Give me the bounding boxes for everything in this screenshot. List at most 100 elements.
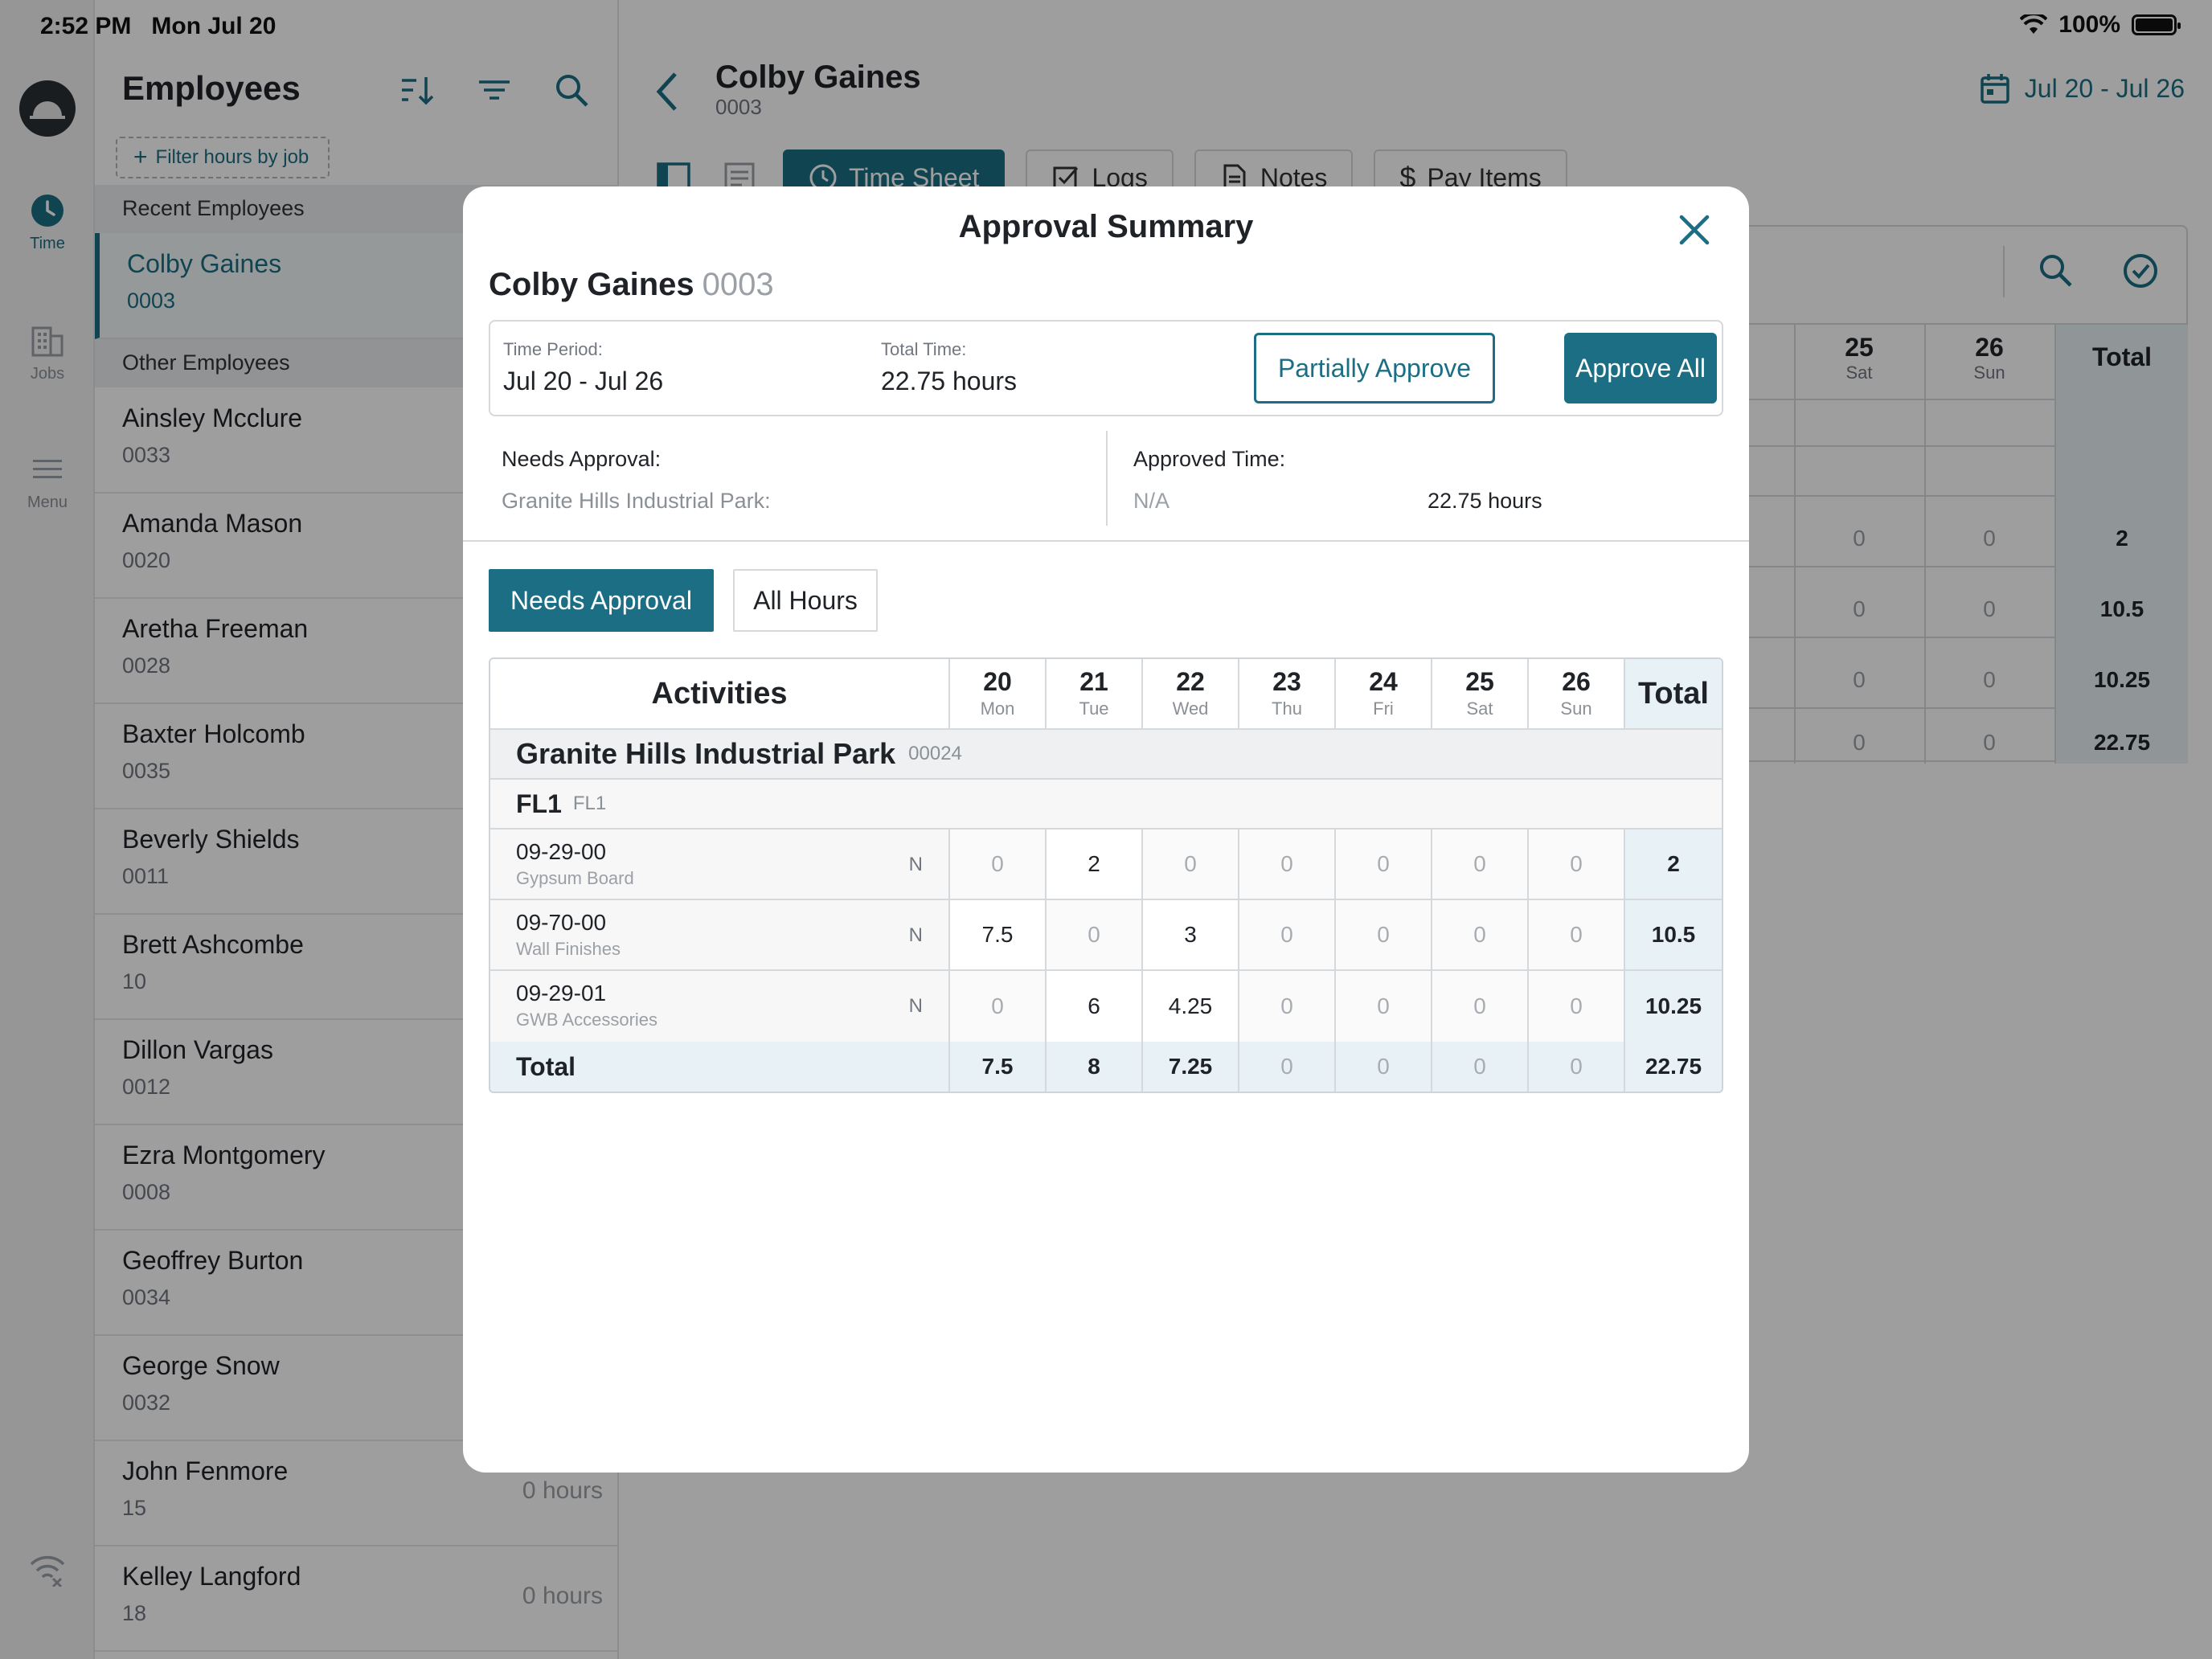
day-weekday: Mon [980, 698, 1015, 719]
activity-code: 09-70-00 [516, 910, 607, 935]
hours-cell[interactable]: 4.25 [1141, 971, 1238, 1042]
close-button[interactable] [1672, 207, 1717, 252]
floor-row: FL1 FL1 [490, 780, 1722, 830]
row-total: 10.5 [1624, 900, 1722, 969]
hours-cell[interactable]: 0 [1431, 900, 1527, 969]
day-number: 23 [1272, 667, 1301, 696]
summary-box: Time Period: Jul 20 - Jul 26 Total Time:… [489, 320, 1723, 416]
row-total: 2 [1624, 830, 1722, 899]
hours-cell[interactable]: 6 [1045, 971, 1141, 1042]
segment-all-hours[interactable]: All Hours [733, 569, 878, 632]
time-period-value: Jul 20 - Jul 26 [503, 367, 664, 395]
needs-approval-label: Needs Approval: [502, 447, 662, 471]
activity-row[interactable]: 09-29-00 Gypsum Board N 0 2 0 0 0 0 0 2 [490, 830, 1722, 900]
day-total: 8 [1045, 1042, 1141, 1092]
day-header: 25 Sat [1431, 659, 1527, 728]
day-number: 24 [1369, 667, 1398, 696]
day-header: 20 Mon [948, 659, 1045, 728]
section-divider [463, 540, 1749, 542]
hours-cell[interactable]: 0 [1431, 830, 1527, 899]
modal-employee-id: 0003 [702, 267, 774, 302]
approval-summary-modal: Approval Summary Colby Gaines 0003 Time P… [463, 186, 1749, 1473]
needs-approval-job: Granite Hills Industrial Park: [502, 489, 771, 513]
day-header: 23 Thu [1238, 659, 1334, 728]
activity-flag: N [908, 854, 923, 875]
time-period-label: Time Period: [503, 339, 603, 359]
total-header: Total [1624, 659, 1722, 728]
day-number: 25 [1465, 667, 1494, 696]
hours-cell[interactable]: 2 [1045, 830, 1141, 899]
close-icon [1679, 215, 1710, 245]
day-weekday: Wed [1172, 698, 1209, 719]
modal-title: Approval Summary [958, 209, 1254, 244]
hours-cell[interactable]: 0 [1527, 971, 1624, 1042]
hours-cell[interactable]: 0 [1238, 971, 1334, 1042]
hours-cell[interactable]: 0 [1431, 971, 1527, 1042]
hours-cell[interactable]: 3 [1141, 900, 1238, 969]
segment-needs-approval[interactable]: Needs Approval [489, 569, 714, 632]
modal-employee: Colby Gaines 0003 [489, 267, 774, 303]
hours-cell[interactable]: 0 [948, 830, 1045, 899]
activity-flag: N [908, 995, 923, 1017]
floor-code: FL1 [572, 793, 607, 814]
activity-row[interactable]: 09-29-01 GWB Accessories N 0 6 4.25 0 0 0 0 10.25 [490, 971, 1722, 1042]
day-weekday: Sat [1466, 698, 1493, 719]
day-total: 0 [1334, 1042, 1431, 1092]
day-number: 22 [1176, 667, 1205, 696]
day-number: 26 [1562, 667, 1591, 696]
hours-cell[interactable]: 0 [1238, 830, 1334, 899]
hours-cell[interactable]: 0 [1527, 830, 1624, 899]
hours-cell[interactable]: 0 [1045, 900, 1141, 969]
activity-code: 09-29-01 [516, 981, 607, 1006]
hours-cell[interactable]: 0 [1141, 830, 1238, 899]
activity-code: 09-29-00 [516, 839, 607, 864]
partially-approve-button[interactable]: Partially Approve [1254, 333, 1495, 403]
activity-description: GWB Accessories [516, 1010, 658, 1030]
day-total: 7.25 [1141, 1042, 1238, 1092]
row-total: 10.25 [1624, 971, 1722, 1042]
grid-header-row: Activities 20 Mon 21 Tue 22 Wed 23 Thu 24 Fri 25 Sa… [490, 659, 1722, 730]
approved-time-label: Approved Time: [1133, 447, 1286, 471]
total-row-label: Total [516, 1051, 576, 1081]
day-header: 22 Wed [1141, 659, 1238, 728]
activity-description: Wall Finishes [516, 939, 621, 959]
day-header: 26 Sun [1527, 659, 1624, 728]
day-weekday: Sun [1560, 698, 1592, 719]
summary-divider [1106, 431, 1108, 526]
job-code: 00024 [908, 743, 962, 764]
day-header: 21 Tue [1045, 659, 1141, 728]
day-total: 0 [1238, 1042, 1334, 1092]
activity-cell: 09-29-00 Gypsum Board N [490, 830, 948, 899]
day-number: 21 [1079, 667, 1108, 696]
hours-cell[interactable]: 0 [1334, 900, 1431, 969]
day-weekday: Tue [1079, 698, 1109, 719]
hours-cell[interactable]: 7.5 [948, 900, 1045, 969]
day-total: 0 [1431, 1042, 1527, 1092]
job-name: Granite Hills Industrial Park [516, 737, 896, 770]
hours-cell[interactable]: 0 [1334, 971, 1431, 1042]
day-header: 24 Fri [1334, 659, 1431, 728]
day-weekday: Thu [1272, 698, 1302, 719]
day-number: 20 [983, 667, 1012, 696]
hours-cell[interactable]: 0 [1334, 830, 1431, 899]
activities-header: Activities [651, 676, 788, 711]
hours-cell[interactable]: 0 [948, 971, 1045, 1042]
day-total: 7.5 [948, 1042, 1045, 1092]
approved-time-value: N/A [1133, 489, 1170, 513]
activity-cell: 09-70-00 Wall Finishes N [490, 900, 948, 969]
modal-employee-name: Colby Gaines [489, 267, 694, 302]
grid-total-row: Total 7.5 8 7.25 0 0 0 0 22.75 [490, 1042, 1722, 1092]
day-weekday: Fri [1373, 698, 1394, 719]
activity-row[interactable]: 09-70-00 Wall Finishes N 7.5 0 3 0 0 0 0 10.5 [490, 900, 1722, 971]
approve-all-button[interactable]: Approve All [1564, 333, 1717, 403]
activity-description: Gypsum Board [516, 868, 634, 888]
total-time-label: Total Time: [881, 339, 967, 359]
total-time-value: 22.75 hours [881, 367, 1018, 395]
floor-name: FL1 [516, 789, 562, 818]
job-row: Granite Hills Industrial Park 00024 [490, 730, 1722, 780]
day-total: 0 [1527, 1042, 1624, 1092]
needs-approval-hours: 22.75 hours [1428, 489, 1542, 513]
hours-cell[interactable]: 0 [1238, 900, 1334, 969]
activity-flag: N [908, 924, 923, 946]
hours-cell[interactable]: 0 [1527, 900, 1624, 969]
